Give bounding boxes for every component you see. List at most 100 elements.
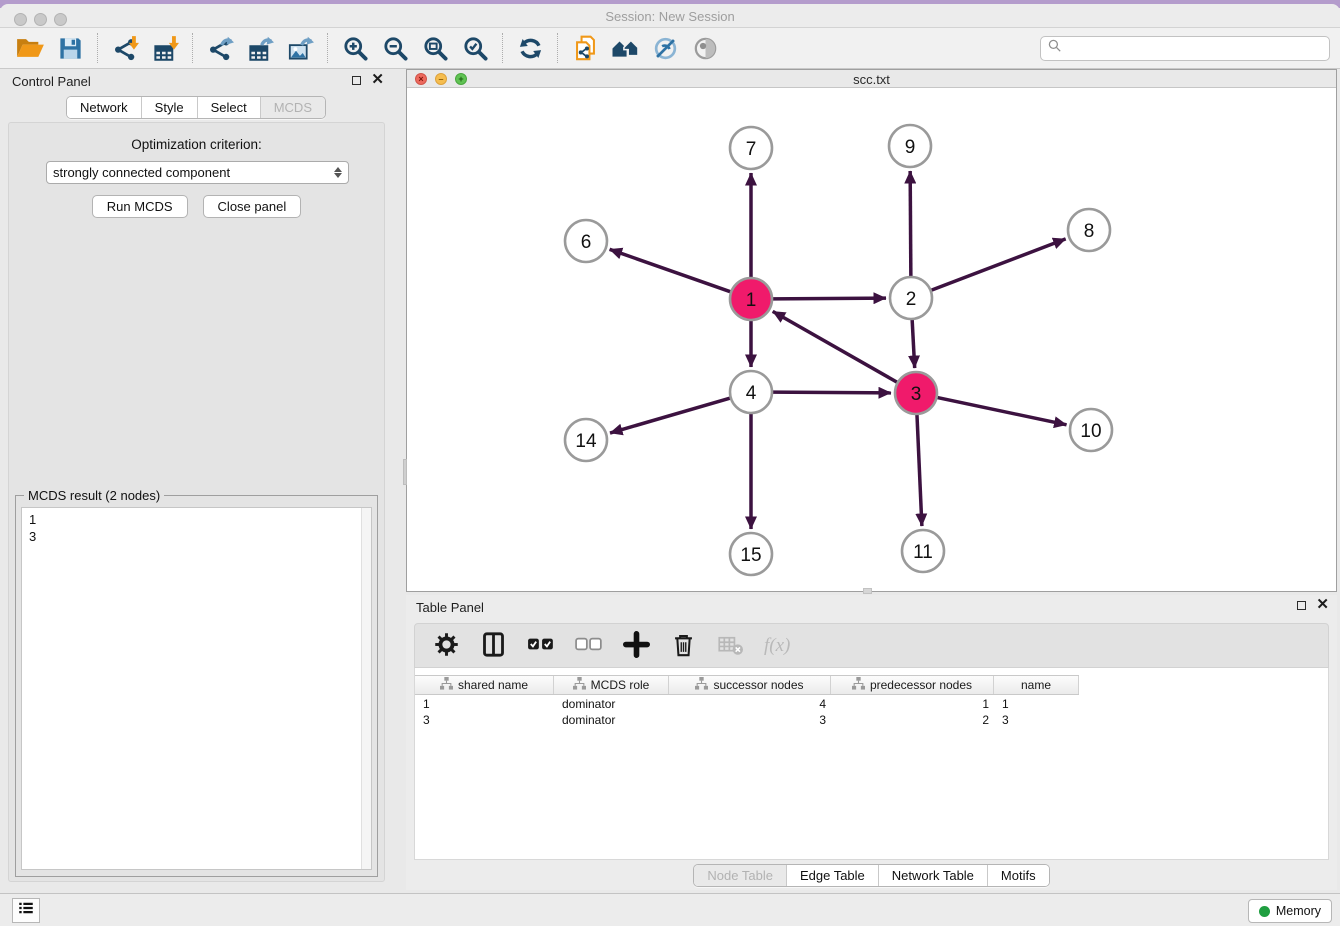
toolbar-separator bbox=[192, 33, 193, 63]
graph-node-6[interactable]: 6 bbox=[565, 220, 607, 262]
zoom-out-icon bbox=[382, 35, 409, 62]
cell-predecessor-nodes[interactable]: 2 bbox=[831, 712, 994, 728]
table-split-columns-button[interactable] bbox=[480, 631, 507, 661]
toolbar-separator bbox=[557, 33, 558, 63]
tab-select[interactable]: Select bbox=[197, 97, 260, 118]
mcds-result-textarea[interactable]: 1 3 bbox=[21, 507, 372, 870]
graph-edge-2-3[interactable] bbox=[912, 320, 915, 368]
table-header-row: shared nameMCDS rolesuccessor nodesprede… bbox=[415, 675, 1079, 695]
clone-network-button[interactable] bbox=[565, 31, 605, 65]
apply-layout-button[interactable] bbox=[510, 31, 550, 65]
cell-shared-name[interactable]: 1 bbox=[415, 696, 554, 712]
table-add-button[interactable] bbox=[623, 631, 650, 661]
table-row[interactable]: 3dominator323 bbox=[415, 712, 1328, 728]
zoom-fit-button[interactable] bbox=[415, 31, 455, 65]
column-header-MCDS-role[interactable]: MCDS role bbox=[554, 676, 669, 694]
import-table-button[interactable] bbox=[145, 31, 185, 65]
svg-text:1: 1 bbox=[746, 290, 757, 311]
network-canvas[interactable]: 1 2 3 4 6 7 8 9 10 11 14 15 bbox=[407, 89, 1336, 591]
column-header-name[interactable]: name bbox=[994, 676, 1079, 694]
column-header-successor-nodes[interactable]: successor nodes bbox=[669, 676, 831, 694]
graph-node-3[interactable]: 3 bbox=[895, 372, 937, 414]
vizmapper-off-button[interactable] bbox=[645, 31, 685, 65]
criterion-dropdown[interactable]: strongly connected component bbox=[46, 161, 349, 184]
cell-predecessor-nodes[interactable]: 1 bbox=[831, 696, 994, 712]
graph-node-4[interactable]: 4 bbox=[730, 371, 772, 413]
graph-edge-3-10[interactable] bbox=[938, 398, 1067, 425]
control-panel-close-icon[interactable]: ✕ bbox=[371, 75, 384, 85]
export-network-button[interactable] bbox=[200, 31, 240, 65]
svg-text:2: 2 bbox=[906, 289, 917, 310]
graph-node-9[interactable]: 9 bbox=[889, 125, 931, 167]
cell-successor-nodes[interactable]: 3 bbox=[669, 712, 831, 728]
network-view-titlebar[interactable]: × – + scc.txt bbox=[407, 70, 1336, 88]
table-select-all-button[interactable] bbox=[527, 635, 555, 656]
tab-motifs[interactable]: Motifs bbox=[987, 865, 1049, 886]
tab-network-table[interactable]: Network Table bbox=[878, 865, 987, 886]
graph-node-7[interactable]: 7 bbox=[730, 127, 772, 169]
table-panel-close-icon[interactable]: ✕ bbox=[1316, 600, 1329, 610]
memory-button[interactable]: Memory bbox=[1248, 899, 1332, 923]
graphics-details-button[interactable] bbox=[685, 31, 725, 65]
tab-mcds[interactable]: MCDS bbox=[260, 97, 325, 118]
cell-MCDS-role[interactable]: dominator bbox=[554, 712, 669, 728]
tab-style[interactable]: Style bbox=[141, 97, 197, 118]
export-image-button[interactable] bbox=[280, 31, 320, 65]
criterion-value: strongly connected component bbox=[53, 165, 230, 180]
splitter-handle-left[interactable] bbox=[403, 459, 407, 485]
graph-node-8[interactable]: 8 bbox=[1068, 209, 1110, 251]
import-network-button[interactable] bbox=[105, 31, 145, 65]
graph-node-11[interactable]: 11 bbox=[902, 530, 944, 572]
zoom-out-button[interactable] bbox=[375, 31, 415, 65]
graph-node-10[interactable]: 10 bbox=[1070, 409, 1112, 451]
control-panel-float-icon[interactable] bbox=[352, 76, 361, 85]
graph-edge-3-11[interactable] bbox=[917, 415, 922, 526]
memory-label: Memory bbox=[1276, 904, 1321, 918]
search-box[interactable] bbox=[1040, 36, 1330, 61]
table-gear-button[interactable] bbox=[433, 631, 460, 661]
graph-node-2[interactable]: 2 bbox=[890, 277, 932, 319]
cell-MCDS-role[interactable]: dominator bbox=[554, 696, 669, 712]
cell-name[interactable]: 1 bbox=[994, 696, 1079, 712]
graph-edge-2-8[interactable] bbox=[932, 239, 1066, 290]
search-input[interactable] bbox=[1063, 41, 1323, 56]
cell-successor-nodes[interactable]: 4 bbox=[669, 696, 831, 712]
task-history-button[interactable] bbox=[12, 898, 40, 923]
table-panel-float-icon[interactable] bbox=[1297, 601, 1306, 610]
cell-shared-name[interactable]: 3 bbox=[415, 712, 554, 728]
save-session-button[interactable] bbox=[50, 31, 90, 65]
svg-text:3: 3 bbox=[911, 384, 922, 405]
table-deselect-all-button[interactable] bbox=[575, 635, 603, 656]
zoom-in-icon bbox=[342, 35, 369, 62]
graph-edge-1-2[interactable] bbox=[773, 298, 886, 299]
table-trash-button[interactable] bbox=[670, 631, 697, 661]
close-panel-button[interactable]: Close panel bbox=[203, 195, 302, 218]
graph-node-14[interactable]: 14 bbox=[565, 419, 607, 461]
result-scrollbar[interactable] bbox=[361, 508, 371, 869]
zoom-in-button[interactable] bbox=[335, 31, 375, 65]
table-row[interactable]: 1dominator411 bbox=[415, 696, 1328, 712]
zoom-selected-button[interactable] bbox=[455, 31, 495, 65]
export-table-button[interactable] bbox=[240, 31, 280, 65]
titlebar[interactable]: Session: New Session bbox=[0, 4, 1340, 28]
splitter-handle-bottom[interactable] bbox=[863, 588, 872, 594]
cell-name[interactable]: 3 bbox=[994, 712, 1079, 728]
run-mcds-button[interactable]: Run MCDS bbox=[92, 195, 188, 218]
tab-network[interactable]: Network bbox=[67, 97, 141, 118]
graph-edge-1-6[interactable] bbox=[610, 249, 731, 291]
graph-edge-4-14[interactable] bbox=[610, 398, 730, 433]
graph-edge-2-9[interactable] bbox=[910, 171, 911, 276]
graph-node-15[interactable]: 15 bbox=[730, 533, 772, 575]
home-view-button[interactable] bbox=[605, 31, 645, 65]
table-delete-table-button bbox=[717, 631, 744, 661]
export-network-icon bbox=[207, 35, 234, 62]
graph-node-1[interactable]: 1 bbox=[730, 278, 772, 320]
tab-edge-table[interactable]: Edge Table bbox=[786, 865, 878, 886]
open-session-button[interactable] bbox=[10, 31, 50, 65]
graph-edge-3-1[interactable] bbox=[773, 311, 897, 382]
tab-node-table[interactable]: Node Table bbox=[694, 865, 786, 886]
import-network-icon bbox=[112, 35, 139, 62]
graph-edge-4-3[interactable] bbox=[773, 392, 891, 393]
column-header-predecessor-nodes[interactable]: predecessor nodes bbox=[831, 676, 994, 694]
column-header-shared-name[interactable]: shared name bbox=[415, 676, 554, 694]
